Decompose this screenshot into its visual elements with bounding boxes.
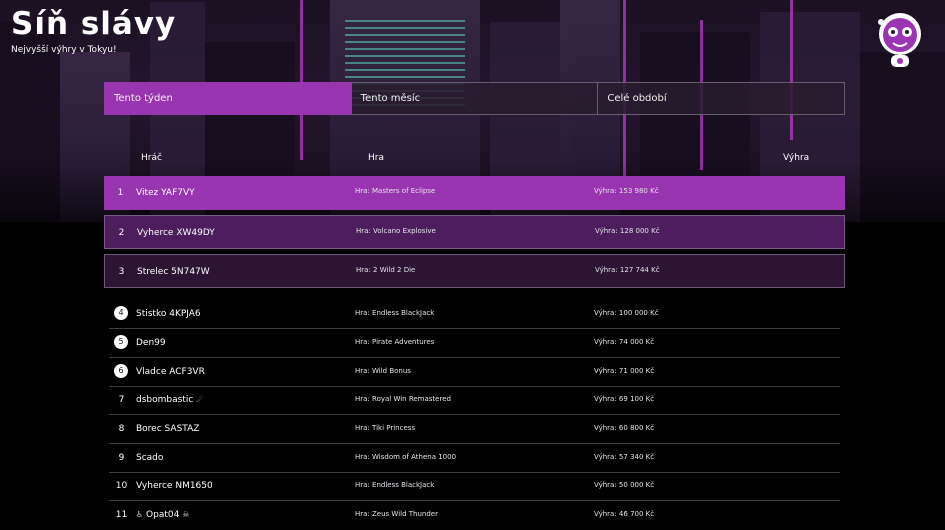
row-game: Hra: Endless BlackJack [355, 309, 435, 317]
leaderboard-row-1[interactable]: 1 Vitez YAF7VY Hra: Masters of Eclipse V… [104, 176, 845, 210]
row-player: Vitez YAF7VY [136, 188, 195, 198]
row-win: Výhra: 46 700 Kč [594, 510, 655, 518]
row-game: Hra: Wisdom of Athena 1000 [355, 453, 457, 461]
row-rank: 10 [115, 481, 128, 491]
row-game: Hra: Volcano Explosive [356, 227, 436, 235]
comet-icon: ☄ [196, 395, 204, 404]
row-game: Hra: Royal Win Remastered [355, 395, 451, 403]
row-rank-badge: 6 [114, 364, 128, 378]
row-rank-badge: 4 [114, 306, 128, 320]
row-win: Výhra: 69 100 Kč [594, 395, 655, 403]
leaderboard-row-8[interactable]: 8 Borec SASTAZ Hra: Tiki Princess Výhra:… [109, 415, 840, 444]
row-player: dsbombastic [136, 395, 194, 405]
tab-this-month[interactable]: Tento měsíc [351, 82, 599, 115]
column-header-win: Výhra [783, 153, 810, 163]
leaderboard-row-3[interactable]: 3 Strelec 5N747W Hra: 2 Wild 2 Die Výhra… [104, 254, 845, 288]
page-subtitle: Nejvyšší výhry v Tokyu! [11, 45, 117, 55]
row-game: Hra: Zeus Wild Thunder [355, 510, 438, 518]
row-rank: 9 [118, 453, 125, 463]
row-rank: 1 [117, 188, 124, 198]
row-player: Borec SASTAZ [136, 424, 200, 434]
astronaut-mascot-icon [878, 13, 921, 67]
leaderboard-row-2[interactable]: 2 Vyherce XW49DY Hra: Volcano Explosive … [104, 215, 845, 249]
row-win: Výhra: 50 000 Kč [594, 481, 655, 489]
row-player-cell: dsbombastic ☄ [136, 395, 203, 405]
row-rank: 7 [118, 395, 125, 405]
skull-icon: ☠ [182, 510, 190, 519]
row-win: Výhra: 127 744 Kč [595, 266, 660, 274]
wheelchair-icon: ♿ [136, 510, 144, 519]
row-game: Hra: Endless BlackJack [355, 481, 435, 489]
row-game: Hra: Tiki Princess [355, 424, 416, 432]
row-win: Výhra: 71 000 Kč [594, 367, 655, 375]
tab-this-week[interactable]: Tento týden [104, 82, 352, 115]
row-player: Den99 [136, 338, 166, 348]
row-game: Hra: Masters of Eclipse [355, 187, 436, 195]
page-title: Síň slávy [11, 6, 177, 42]
row-game: Hra: Wild Bonus [355, 367, 411, 375]
row-player: Opat04 [146, 510, 180, 520]
leaderboard-row-10[interactable]: 10 Vyherce NM1650 Hra: Endless BlackJack… [109, 472, 840, 501]
leaderboard-row-4[interactable]: 4 Stistko 4KPJA6 Hra: Endless BlackJack … [109, 300, 840, 329]
row-win: Výhra: 153 980 Kč [594, 187, 659, 195]
row-win: Výhra: 74 000 Kč [594, 338, 655, 346]
period-tabs: Tento týden Tento měsíc Celé období [104, 82, 846, 115]
column-header-player: Hráč [141, 153, 162, 163]
row-player: Stistko 4KPJA6 [136, 309, 201, 319]
row-rank: 11 [115, 510, 128, 520]
column-header-game: Hra [368, 153, 384, 163]
leaderboard-row-5[interactable]: 5 Den99 Hra: Pirate Adventures Výhra: 74… [109, 329, 840, 358]
row-rank: 2 [118, 228, 125, 238]
row-win: Výhra: 57 340 Kč [594, 453, 655, 461]
row-rank: 8 [118, 424, 125, 434]
row-player: Strelec 5N747W [137, 267, 210, 277]
row-win: Výhra: 60 800 Kč [594, 424, 655, 432]
row-player: Vyherce XW49DY [137, 228, 215, 238]
row-player: Vyherce NM1650 [136, 481, 213, 491]
leaderboard-row-7[interactable]: 7 dsbombastic ☄ Hra: Royal Win Remastere… [109, 386, 840, 415]
row-game: Hra: Pirate Adventures [355, 338, 435, 346]
row-player-cell: ♿ Opat04 ☠ [136, 510, 189, 520]
tab-all-time[interactable]: Celé období [598, 82, 846, 115]
row-game: Hra: 2 Wild 2 Die [356, 266, 416, 274]
row-rank: 3 [118, 267, 125, 277]
leaderboard-row-6[interactable]: 6 Vladce ACF3VR Hra: Wild Bonus Výhra: 7… [109, 358, 840, 387]
row-win: Výhra: 128 000 Kč [595, 227, 660, 235]
row-win: Výhra: 100 000 Kč [594, 309, 659, 317]
row-rank-badge: 5 [114, 335, 128, 349]
leaderboard-row-9[interactable]: 9 Scado Hra: Wisdom of Athena 1000 Výhra… [109, 444, 840, 473]
row-player: Scado [136, 453, 164, 463]
row-player: Vladce ACF3VR [136, 367, 205, 377]
